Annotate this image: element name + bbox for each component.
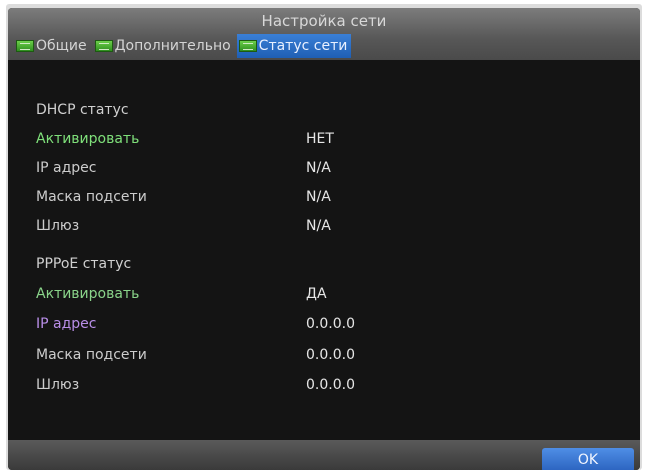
pppoe-gateway-value: 0.0.0.0 <box>306 377 355 393</box>
dhcp-enable-label: Активировать <box>36 131 140 147</box>
network-card-icon <box>16 40 34 52</box>
footer-bar: OK <box>8 440 640 470</box>
pppoe-enable-label: Активировать <box>36 286 140 302</box>
pppoe-enable-value: ДА <box>306 286 327 302</box>
pppoe-mask-label: Маска подсети <box>36 347 147 363</box>
tab-network-status-label: Статус сети <box>258 38 348 54</box>
tab-network-status[interactable]: Статус сети <box>236 34 352 58</box>
titlebar: Настройка сети Общие Дополнительно Стату… <box>8 8 640 60</box>
pppoe-ip-label: IP адрес <box>36 316 97 332</box>
tab-advanced-label: Дополнительно <box>114 38 231 54</box>
tab-advanced[interactable]: Дополнительно <box>93 34 235 58</box>
pppoe-gateway-label: Шлюз <box>36 377 80 393</box>
window-title: Настройка сети <box>261 12 387 30</box>
dhcp-section-heading: DHCP статус <box>36 102 129 118</box>
pppoe-ip-value: 0.0.0.0 <box>306 316 355 332</box>
network-card-icon <box>94 40 113 52</box>
tab-general[interactable]: Общие <box>14 34 91 58</box>
pppoe-mask-value: 0.0.0.0 <box>306 347 355 363</box>
tab-bar: Общие Дополнительно Статус сети <box>14 34 353 58</box>
dhcp-mask-value: N/A <box>306 189 331 205</box>
status-panel: DHCP статус Активировать НЕТ IP адрес N/… <box>8 60 640 440</box>
dhcp-enable-value: НЕТ <box>306 131 334 147</box>
dhcp-mask-label: Маска подсети <box>36 189 147 205</box>
pppoe-section-heading: PPPoE статус <box>36 256 132 272</box>
network-settings-window: Настройка сети Общие Дополнительно Стату… <box>8 8 640 470</box>
dhcp-gateway-label: Шлюз <box>36 218 80 234</box>
dhcp-gateway-value: N/A <box>306 218 331 234</box>
tab-general-label: Общие <box>36 38 87 54</box>
dhcp-ip-label: IP адрес <box>36 160 97 176</box>
dhcp-ip-value: N/A <box>306 160 331 176</box>
network-card-icon <box>238 40 257 52</box>
ok-button[interactable]: OK <box>542 448 634 470</box>
